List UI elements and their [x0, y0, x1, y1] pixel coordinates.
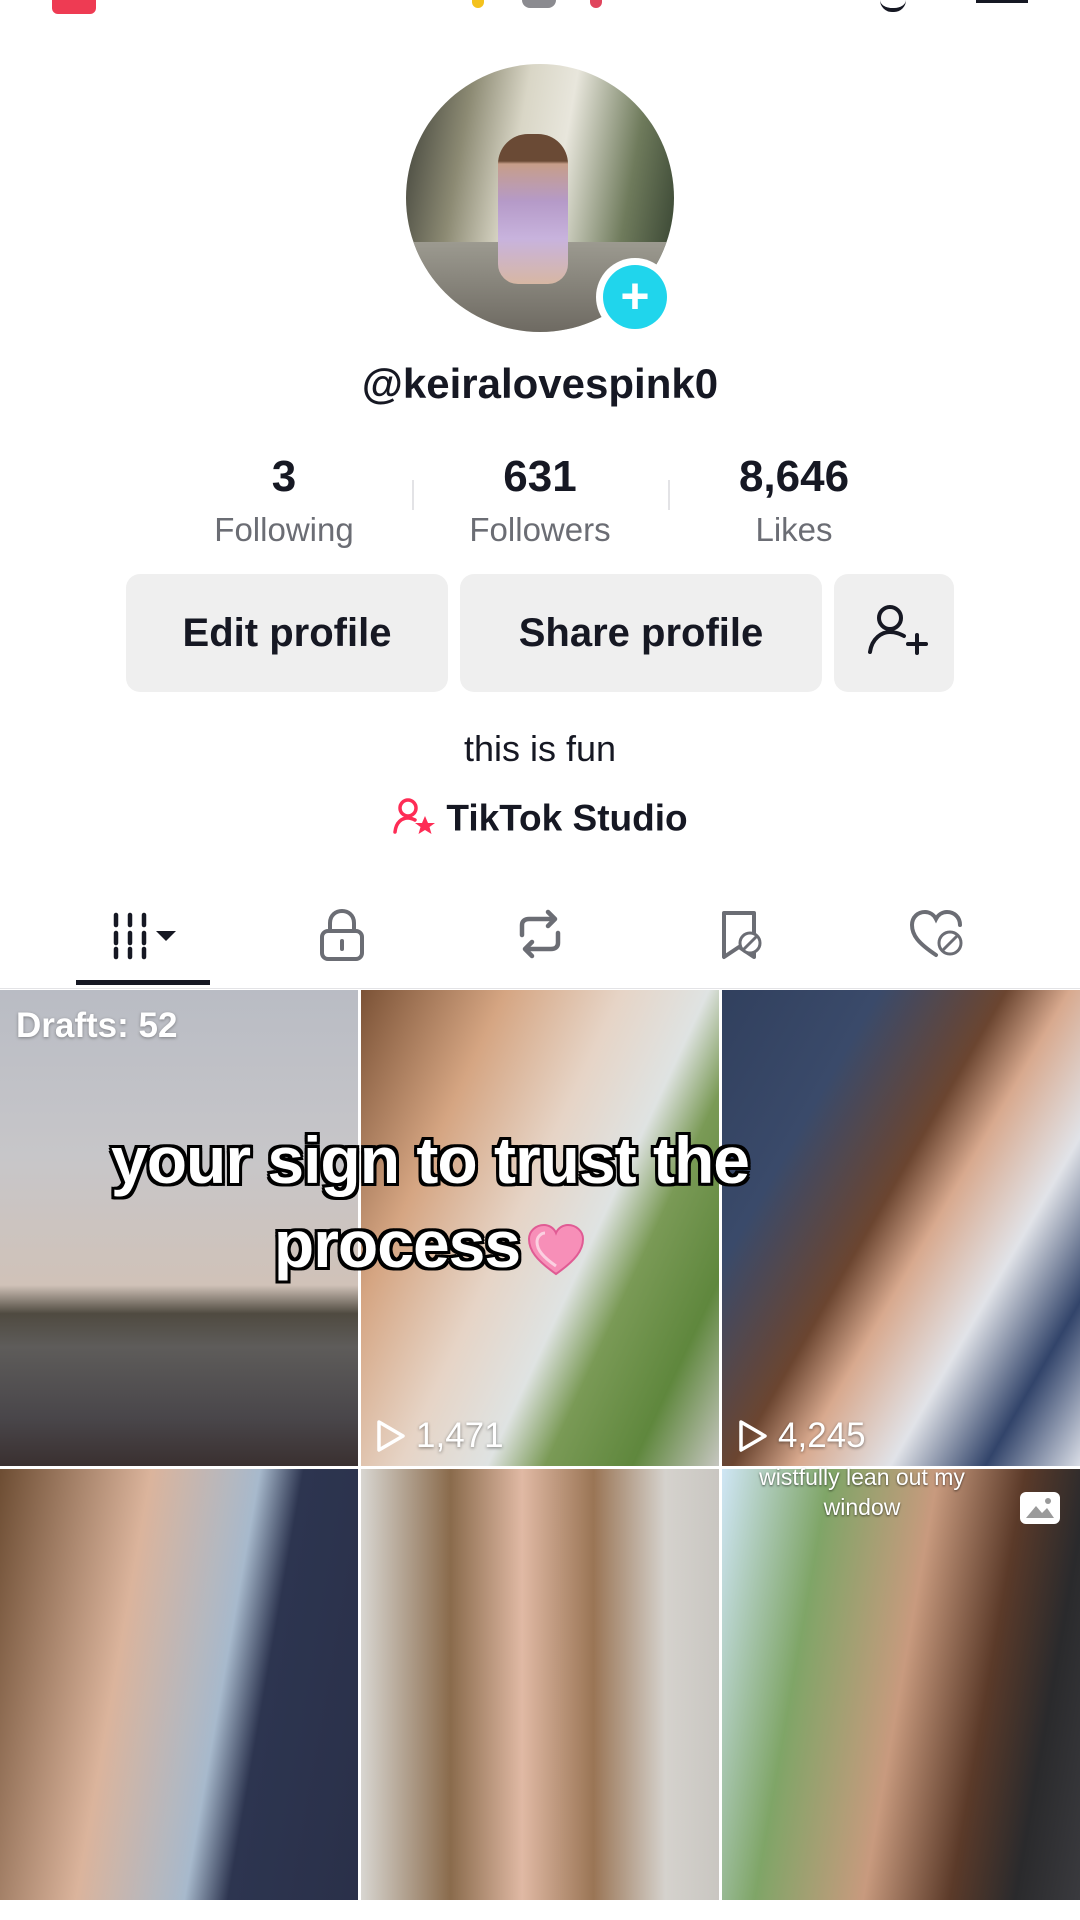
view-count: 1,471 [376, 1416, 504, 1456]
heart-hidden-icon [909, 909, 963, 957]
menu-icon[interactable] [976, 0, 1028, 3]
drafts-label: Drafts: 52 [16, 1006, 178, 1045]
bookmark-hidden-icon [722, 911, 762, 959]
bio-text: this is fun [463, 728, 617, 769]
likes-label: Likes [755, 511, 833, 548]
video-tile[interactable] [361, 1469, 719, 1900]
likes-stat[interactable]: 8,646 Likes [674, 450, 914, 552]
add-avatar-button[interactable]: + [596, 258, 674, 336]
tab-videos[interactable] [82, 890, 202, 980]
following-stat[interactable]: 3 Following [164, 450, 404, 552]
view-count: 4,245 [738, 1416, 866, 1456]
following-label: Following [214, 511, 354, 548]
following-count: 3 [271, 452, 297, 501]
add-user-icon [868, 605, 928, 655]
lock-icon [320, 908, 364, 961]
edit-profile-button[interactable]: Edit profile [126, 574, 448, 692]
followers-label: Followers [469, 511, 611, 548]
overlay-line-2: process [273, 1207, 521, 1281]
repost-icon [519, 909, 561, 959]
grid-icon [113, 912, 176, 960]
pink-heart-icon [528, 1223, 585, 1275]
tab-private[interactable] [282, 890, 402, 980]
username: @keiralovespink0 [361, 360, 719, 407]
tab-divider [0, 988, 1080, 989]
add-friends-button[interactable] [834, 574, 954, 692]
tab-favorites[interactable] [680, 890, 800, 980]
plus-icon: + [603, 265, 667, 329]
profile-tabs [0, 890, 1080, 990]
stat-divider [412, 480, 414, 510]
studio-label: TikTok Studio [446, 797, 688, 839]
photo-tile[interactable] [722, 1469, 1080, 1900]
likes-count: 8,646 [738, 452, 850, 501]
photo-caption: wistfully lean out my window [759, 1464, 965, 1520]
stat-divider [668, 480, 670, 510]
tab-liked[interactable] [878, 890, 998, 980]
followers-count: 631 [503, 452, 577, 501]
video-overlay-text: your sign to trust the process [40, 1118, 820, 1286]
overlay-line-1: your sign to trust the [111, 1123, 750, 1197]
footprint-icon[interactable] [880, 0, 906, 12]
shop-icon[interactable] [52, 0, 96, 14]
video-tile[interactable] [0, 1469, 358, 1900]
status-icons [458, 0, 618, 12]
studio-icon [392, 796, 436, 845]
tiktok-studio-link[interactable]: TikTok Studio [0, 796, 1080, 845]
play-icon [377, 1420, 405, 1452]
bottom-nav-edge [0, 1900, 1080, 1920]
play-icon [739, 1420, 767, 1452]
share-profile-button[interactable]: Share profile [460, 574, 822, 692]
tab-indicator [76, 980, 210, 985]
photo-icon [1020, 1492, 1060, 1524]
followers-stat[interactable]: 631 Followers [420, 450, 660, 552]
tab-reposts[interactable] [480, 890, 600, 980]
